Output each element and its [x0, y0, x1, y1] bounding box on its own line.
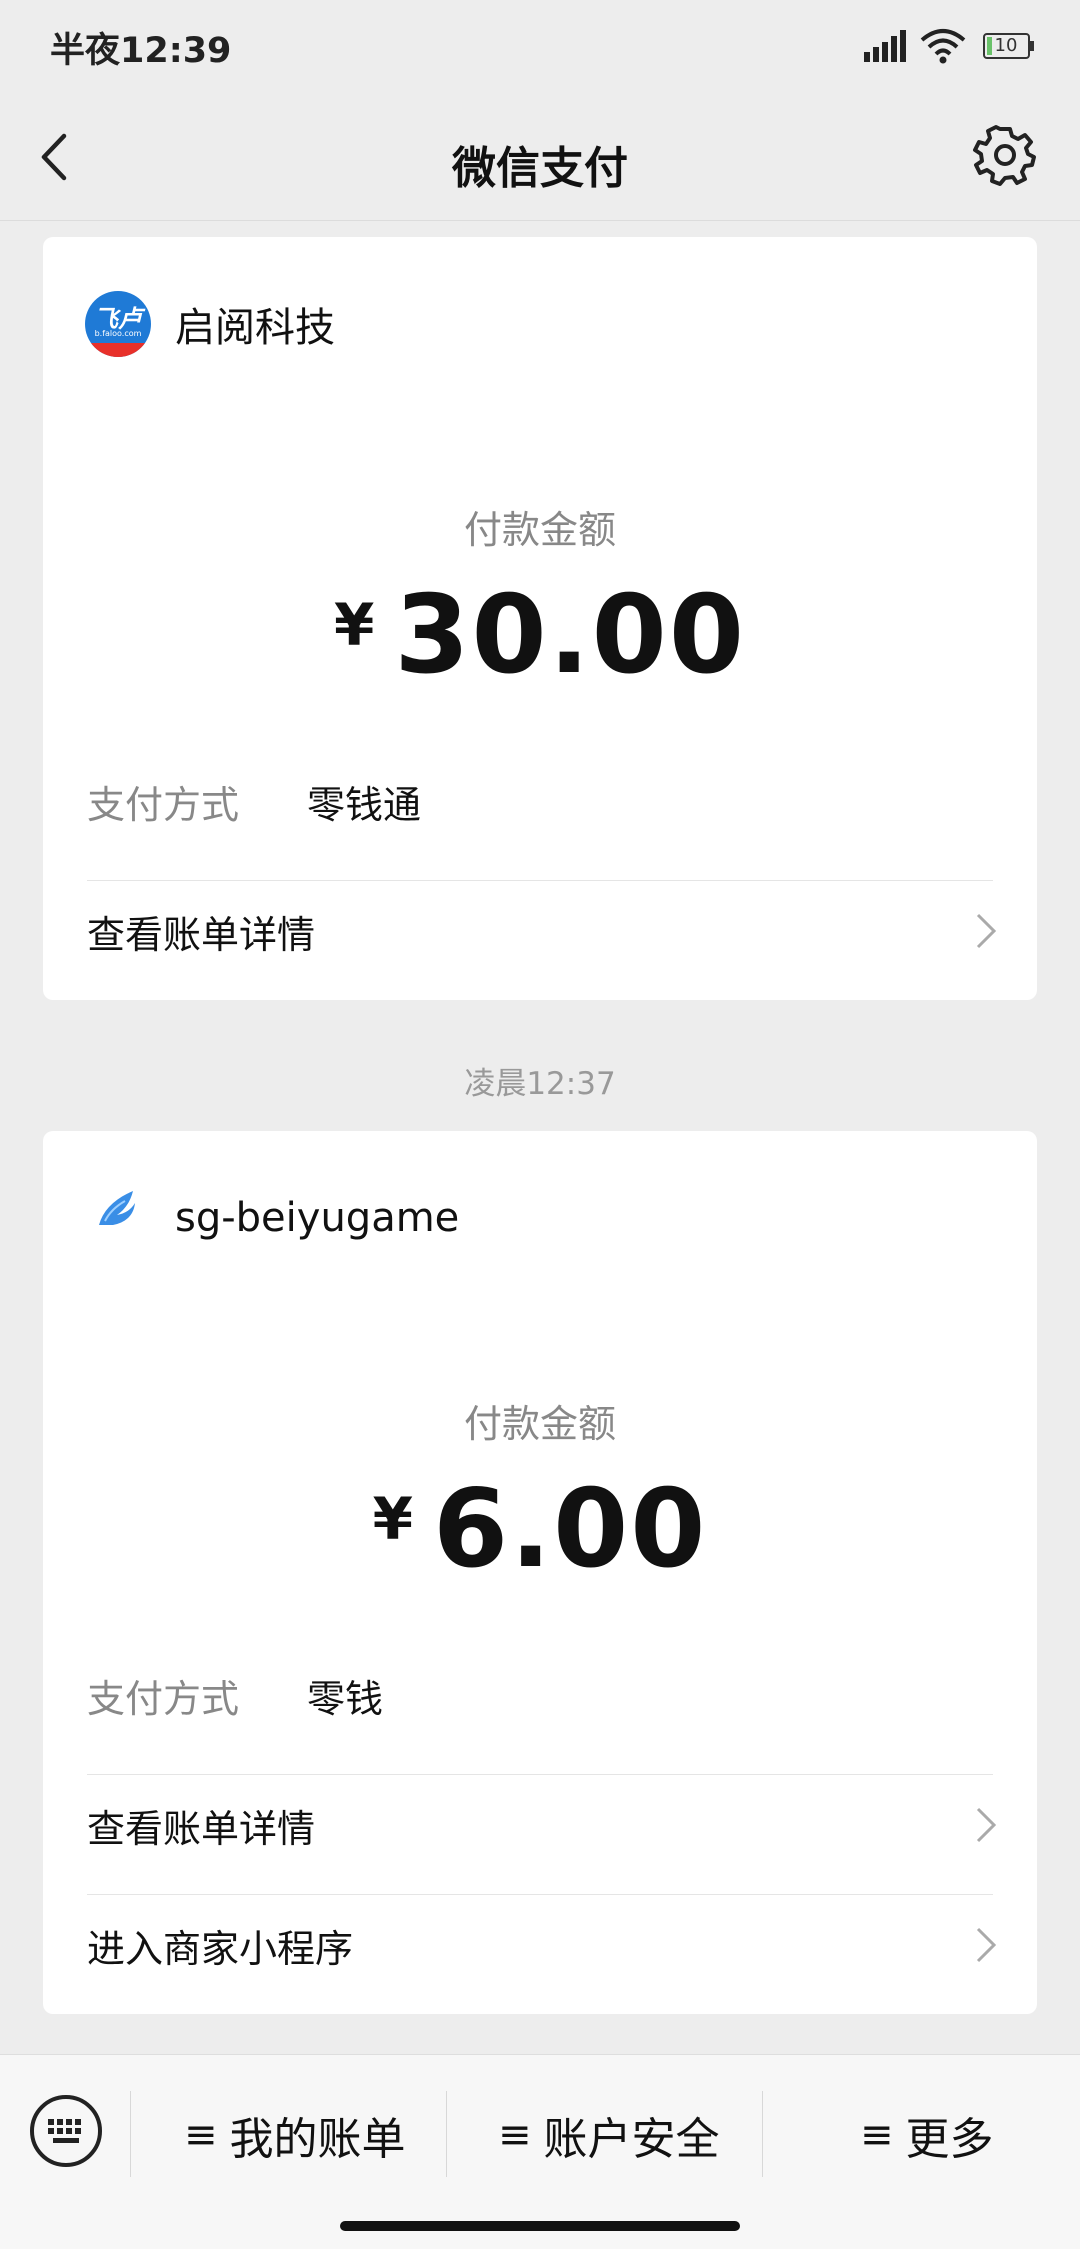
- chevron-right-icon: [976, 1807, 997, 1843]
- menu-my-bills[interactable]: ≡ 我的账单: [184, 2103, 406, 2167]
- currency-symbol: ¥: [334, 591, 375, 659]
- merchant-row: sg-beiyugame: [85, 1183, 459, 1253]
- chevron-right-icon: [976, 913, 997, 949]
- view-bill-details-link[interactable]: 查看账单详情: [87, 1775, 997, 1875]
- timestamp: 凌晨12:37: [464, 1066, 616, 1102]
- payment-method-row: 支付方式 零钱通: [87, 774, 421, 829]
- signal-icon: [864, 30, 906, 62]
- payment-method-label: 支付方式: [87, 1677, 240, 1721]
- amount-label: 付款金额: [463, 508, 616, 552]
- amount-value: 6.00: [432, 1467, 708, 1592]
- payment-method-row: 支付方式 零钱: [87, 1668, 383, 1723]
- wifi-icon: [920, 29, 966, 64]
- enter-mini-program-link[interactable]: 进入商家小程序: [87, 1895, 997, 1995]
- payment-method-value: 零钱通: [307, 783, 422, 827]
- view-bill-details-link[interactable]: 查看账单详情: [87, 881, 997, 981]
- bottom-menu-bar: ≡ 我的账单 ≡ 账户安全 ≡ 更多: [0, 2054, 1080, 2249]
- amount-value: 30.00: [394, 573, 746, 698]
- menu-account-security[interactable]: ≡ 账户安全: [498, 2103, 720, 2167]
- merchant-logo: 飞卢 b.faloo.com: [85, 291, 151, 357]
- page-title: 微信支付: [452, 143, 628, 194]
- home-indicator[interactable]: [340, 2221, 740, 2231]
- payment-card: 飞卢 b.faloo.com 启阅科技 付款金额 ¥30.00 支付方式 零钱通 …: [43, 237, 1037, 1000]
- status-time: 半夜12:39: [50, 31, 232, 71]
- link-label: 进入商家小程序: [87, 1926, 354, 1971]
- nav-bar: 微信支付: [0, 92, 1080, 221]
- amount-label: 付款金额: [463, 1402, 616, 1446]
- amount: ¥6.00: [43, 1467, 1037, 1592]
- amount: ¥30.00: [43, 573, 1037, 698]
- merchant-name: sg-beiyugame: [175, 1195, 460, 1241]
- status-bar: 半夜12:39 10: [0, 0, 1080, 92]
- merchant-row: 飞卢 b.faloo.com 启阅科技: [85, 289, 335, 359]
- currency-symbol: ¥: [372, 1485, 413, 1553]
- merchant-name: 启阅科技: [175, 305, 335, 351]
- battery-level: 10: [994, 35, 1018, 56]
- fish-icon: [99, 1191, 135, 1225]
- menu-more[interactable]: ≡ 更多: [860, 2103, 994, 2167]
- payment-card: sg-beiyugame 付款金额 ¥6.00 支付方式 零钱 查看账单详情 进入…: [43, 1131, 1037, 2014]
- gear-icon[interactable]: [972, 122, 1038, 188]
- payment-method-value: 零钱: [307, 1677, 384, 1721]
- chevron-right-icon: [976, 1927, 997, 1963]
- menu-icon: ≡: [860, 2112, 894, 2158]
- merchant-logo: [85, 1185, 151, 1251]
- payment-method-label: 支付方式: [87, 783, 240, 827]
- link-label: 查看账单详情: [87, 1806, 316, 1851]
- keyboard-icon[interactable]: [28, 2093, 104, 2169]
- menu-icon: ≡: [498, 2112, 532, 2158]
- link-label: 查看账单详情: [87, 912, 316, 957]
- menu-icon: ≡: [184, 2112, 218, 2158]
